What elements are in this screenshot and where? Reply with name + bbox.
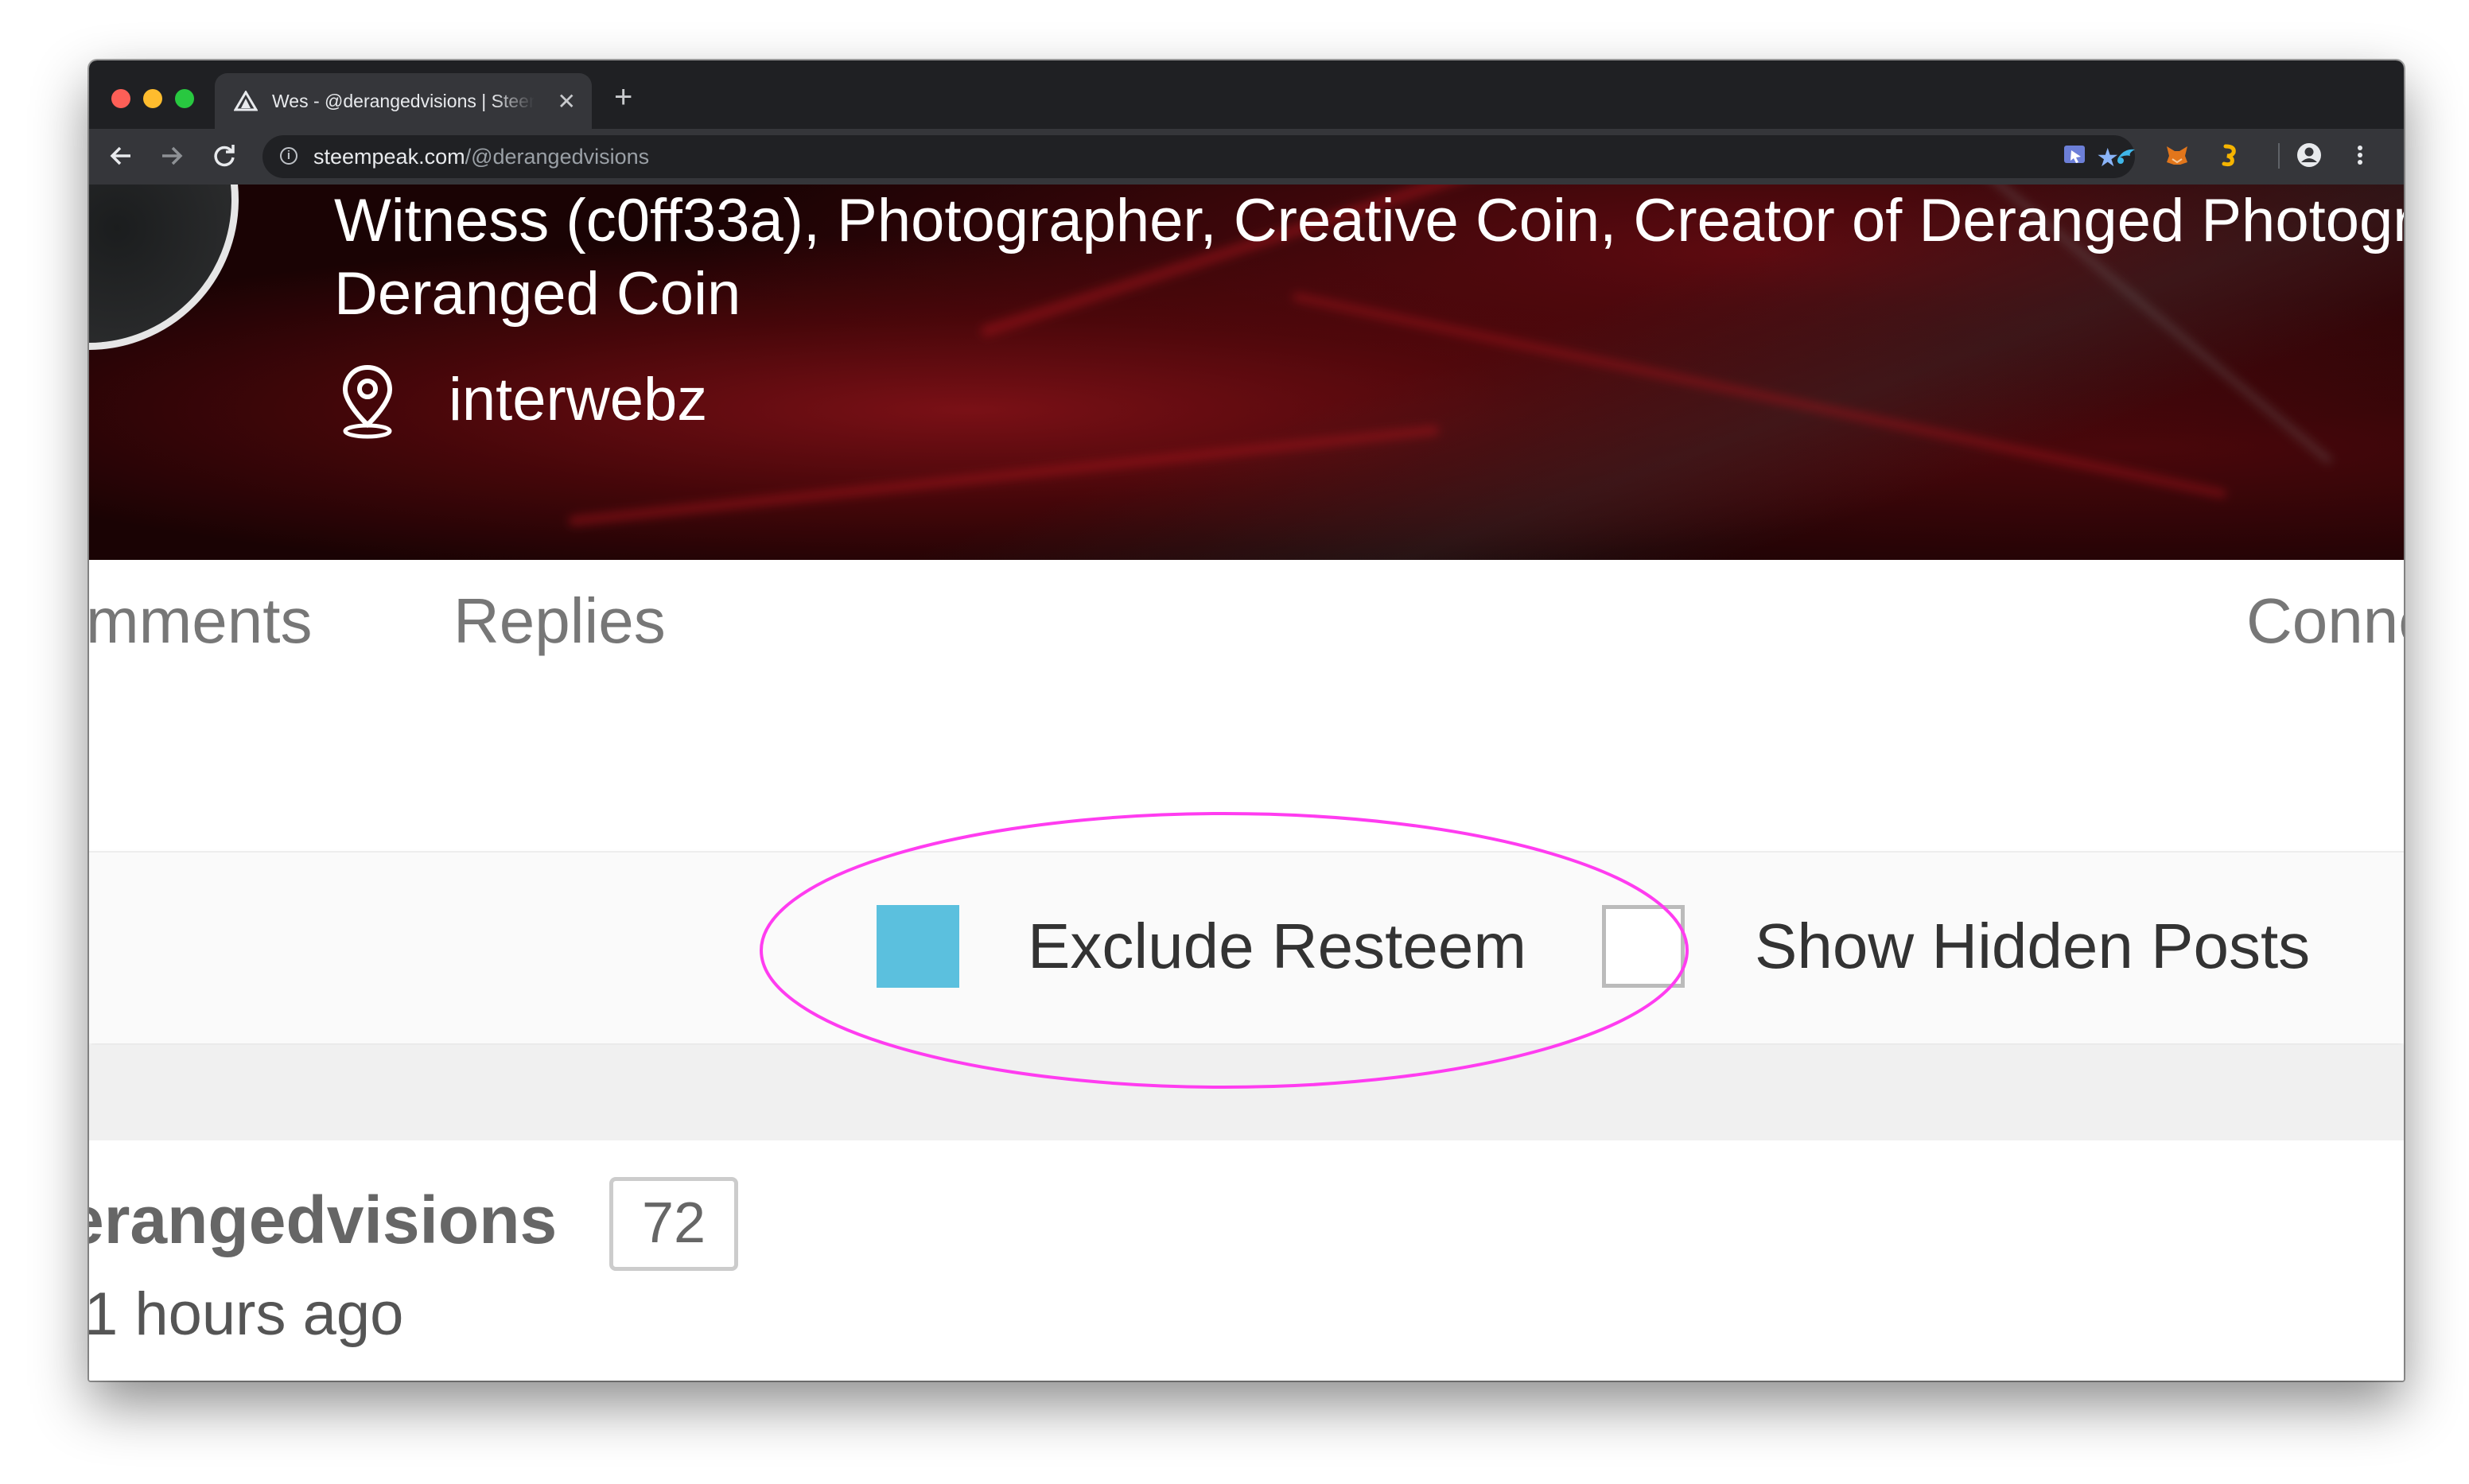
browser-toolbar: i steempeak.com/@derangedvisions ★	[89, 129, 2404, 185]
maximize-window-button[interactable]	[175, 89, 194, 108]
close-window-button[interactable]	[111, 89, 130, 108]
bio-line: Deranged Coin	[334, 260, 741, 328]
close-tab-icon[interactable]: ✕	[558, 91, 576, 113]
tab-strip: Wes - @derangedvisions | Steempeak ✕ +	[89, 60, 2404, 129]
banner-streak	[568, 425, 1440, 526]
profile-tabs: mments Replies Conne	[89, 563, 2404, 674]
extension-key-icon[interactable]	[2113, 142, 2140, 169]
extension-s-icon[interactable]	[2216, 142, 2243, 169]
tab-replies[interactable]: Replies	[453, 585, 666, 657]
browser-tab[interactable]: Wes - @derangedvisions | Steempeak ✕	[215, 73, 592, 129]
page-content: Witness (c0ff33a), Photographer, Creativ…	[89, 185, 2404, 1381]
new-tab-button[interactable]: +	[614, 81, 632, 113]
tab-title: Wes - @derangedvisions | Steempeak	[272, 91, 535, 111]
profile-avatar-icon[interactable]	[2296, 142, 2323, 169]
menu-kebab-icon[interactable]	[2347, 142, 2374, 169]
address-bar[interactable]: i steempeak.com/@derangedvisions ★	[262, 135, 2135, 178]
minimize-window-button[interactable]	[143, 89, 162, 108]
show-hidden-posts-label[interactable]: Show Hidden Posts	[1755, 908, 2310, 985]
reputation-badge: 72	[609, 1177, 738, 1271]
avatar[interactable]	[89, 185, 239, 350]
browser-window: Wes - @derangedvisions | Steempeak ✕ + i…	[89, 60, 2404, 1381]
url-path: /@derangedvisions	[465, 145, 650, 169]
url-domain: steempeak.com	[313, 145, 465, 169]
post-timestamp[interactable]: 1 hours ago	[89, 1279, 403, 1350]
profile-bio: Witness (c0ff33a), Photographer, Creativ…	[334, 185, 2404, 331]
location-pin-icon	[342, 364, 393, 439]
bio-line: Witness (c0ff33a), Photographer, Creativ…	[334, 187, 2404, 254]
post-author[interactable]: erangedvisions	[89, 1182, 557, 1258]
reload-icon[interactable]	[210, 142, 239, 170]
metamask-fox-icon[interactable]	[2164, 142, 2191, 169]
info-icon[interactable]: i	[280, 147, 297, 165]
steempeak-favicon-icon	[234, 91, 258, 111]
tab-connections[interactable]: Conne	[2246, 585, 2404, 657]
url-text[interactable]: steempeak.com/@derangedvisions	[313, 145, 649, 169]
back-arrow-icon[interactable]	[107, 142, 135, 170]
forward-arrow-icon[interactable]	[157, 142, 186, 170]
highlight-annotation	[760, 812, 1689, 1089]
location-text: interwebz	[449, 366, 708, 433]
extension-cursor-icon[interactable]	[2062, 142, 2089, 169]
post-card	[89, 1140, 2404, 1381]
profile-banner: Witness (c0ff33a), Photographer, Creativ…	[89, 185, 2404, 560]
toolbar-divider	[2278, 143, 2280, 169]
tab-comments[interactable]: mments	[89, 585, 313, 657]
